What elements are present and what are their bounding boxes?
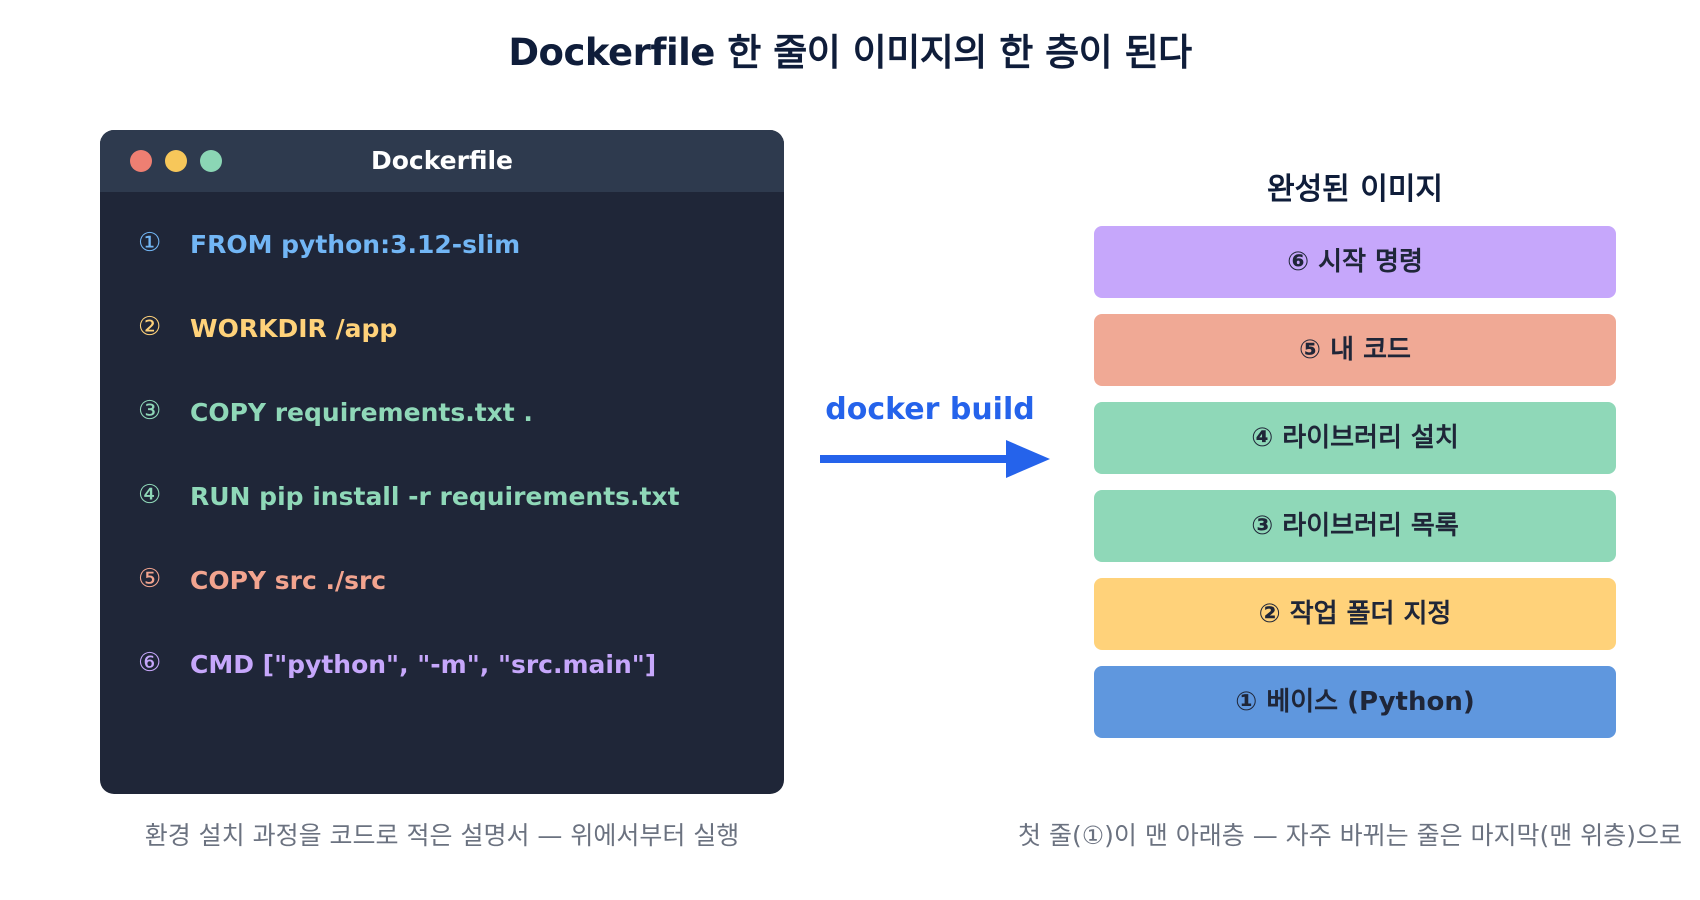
image-stack-caption: 첫 줄(①)이 맨 아래층 — 자주 바뀌는 줄은 마지막(맨 위층)으로 [1018,821,1682,850]
editor-caption: 환경 설치 과정을 코드로 적은 설명서 — 위에서부터 실행 [144,821,740,850]
line-code: COPY requirements.txt . [190,398,533,427]
diagram-title: Dockerfile 한 줄이 이미지의 한 층이 된다 [508,31,1192,74]
code-line-3: ③ COPY requirements.txt . [100,392,784,432]
code-line-5: ⑤ COPY src ./src [100,560,784,600]
image-layer-4: ④ 라이브러리 설치 [1094,402,1616,474]
line-number: ④ [138,480,162,510]
code-line-1: ① FROM python:3.12-slim [100,224,784,264]
line-number: ⑤ [138,564,162,594]
image-layer-3: ③ 라이브러리 목록 [1094,490,1616,562]
build-arrow-icon [820,440,1050,478]
editor-window-title: Dockerfile [370,146,514,175]
line-number: ③ [138,396,162,426]
dockerfile-editor-window: Dockerfile ① FROM python:3.12-slim ② WOR… [100,130,784,794]
build-arrow-label: docker build [825,392,1035,427]
image-layer-6: ⑥ 시작 명령 [1094,226,1616,298]
code-line-4: ④ RUN pip install -r requirements.txt [100,476,784,516]
code-line-2: ② WORKDIR /app [100,308,784,348]
line-code: COPY src ./src [190,566,387,595]
line-code: CMD ["python", "-m", "src.main"] [190,650,657,679]
image-layer-5: ⑤ 내 코드 [1094,314,1616,386]
line-number: ⑥ [138,648,162,678]
code-line-6: ⑥ CMD ["python", "-m", "src.main"] [100,644,784,684]
line-number: ② [138,312,162,342]
image-layer-1: ① 베이스 (Python) [1094,666,1616,738]
image-stack-title: 완성된 이미지 [1266,172,1444,207]
line-code: FROM python:3.12-slim [190,230,521,259]
editor-titlebar: Dockerfile [100,130,784,192]
image-layer-2: ② 작업 폴더 지정 [1094,578,1616,650]
line-code: WORKDIR /app [190,314,398,343]
line-code: RUN pip install -r requirements.txt [190,482,680,511]
line-number: ① [138,228,162,258]
